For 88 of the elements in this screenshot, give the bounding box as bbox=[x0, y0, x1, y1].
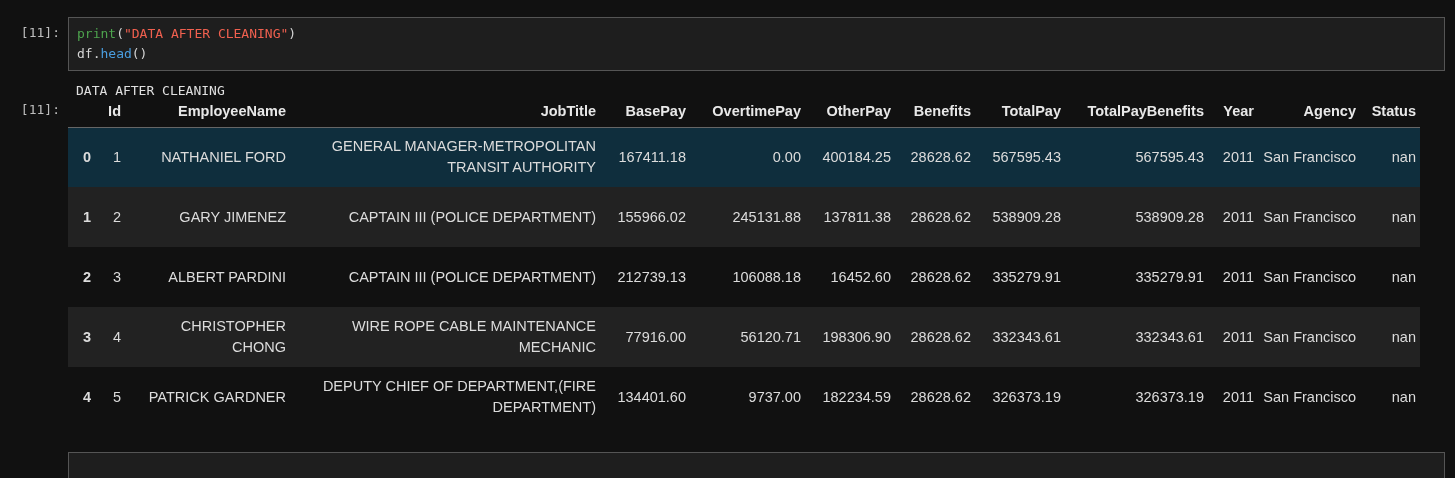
table-cell: 567595.43 bbox=[1135, 148, 1204, 165]
table-cell: nan bbox=[1391, 208, 1416, 225]
column-header: Agency bbox=[1303, 102, 1356, 119]
table-row[interactable]: 1 2 GARY JIMENEZ CAPTAIN III (POLICE DEPARTMENT) 155966.02 245131.88 137811.38 28628.62 538909.28 538909.28 2011 San Francisco nan bbox=[68, 187, 1420, 247]
table-cell: 335279.91 bbox=[1135, 268, 1204, 285]
table-cell: 28628.62 bbox=[910, 208, 971, 225]
table-cell: 326373.19 bbox=[992, 388, 1061, 405]
table-cell: 134401.60 bbox=[617, 388, 686, 405]
cell-prompt: [11]: bbox=[20, 102, 60, 117]
table-cell: 2011 bbox=[1222, 328, 1254, 345]
table-cell: 3 bbox=[112, 268, 121, 285]
cell-prompt: [11]: bbox=[20, 24, 60, 42]
table-cell: 1 bbox=[112, 148, 121, 165]
table-row[interactable]: 2 3 ALBERT PARDINI CAPTAIN III (POLICE DEPARTMENT) 212739.13 106088.18 16452.60 28628.62 335279.91 335279.91 2011 San Francisco nan bbox=[68, 247, 1420, 307]
code-line: print("DATA AFTER CLEANING") bbox=[77, 26, 297, 41]
row-index: 3 bbox=[82, 328, 91, 345]
row-index: 4 bbox=[82, 388, 91, 405]
table-cell: nan bbox=[1391, 148, 1416, 165]
table-cell: 2011 bbox=[1222, 148, 1254, 165]
table-cell: 182234.59 bbox=[822, 388, 891, 405]
table-cell: nan bbox=[1391, 388, 1416, 405]
table-cell: 106088.18 bbox=[732, 268, 801, 285]
column-header: JobTitle bbox=[540, 102, 596, 119]
table-cell: ALBERT PARDINI bbox=[168, 268, 286, 285]
column-header: OtherPay bbox=[826, 102, 891, 119]
table-cell: 56120.71 bbox=[740, 328, 801, 345]
table-cell: 28628.62 bbox=[910, 328, 971, 345]
column-header: Year bbox=[1223, 102, 1254, 119]
row-index: 1 bbox=[82, 208, 91, 225]
code-line: df.head() bbox=[77, 46, 148, 61]
table-cell: 2011 bbox=[1222, 208, 1254, 225]
table-cell: San Francisco bbox=[1263, 148, 1356, 165]
table-cell: 2 bbox=[112, 208, 121, 225]
table-cell: 400184.25 bbox=[822, 148, 891, 165]
table-cell: 212739.13 bbox=[617, 268, 686, 285]
column-header: BasePay bbox=[625, 102, 686, 119]
table-cell: 28628.62 bbox=[910, 148, 971, 165]
table-cell: 538909.28 bbox=[1135, 208, 1204, 225]
column-header: TotalPay bbox=[1001, 102, 1061, 119]
table-cell: 9737.00 bbox=[748, 388, 801, 405]
table-cell: GENERAL MANAGER-METROPOLITAN TRANSIT AUTHORITY bbox=[331, 138, 596, 176]
table-cell: 167411.18 bbox=[618, 148, 686, 165]
table-cell: DEPUTY CHIEF OF DEPARTMENT,(FIRE DEPARTMENT) bbox=[322, 378, 596, 415]
output-text: DATA AFTER CLEANING bbox=[76, 83, 225, 98]
code-editor[interactable]: print("DATA AFTER CLEANING") df.head() bbox=[68, 17, 1445, 71]
table-cell: 2011 bbox=[1222, 388, 1254, 405]
table-cell: San Francisco bbox=[1263, 328, 1356, 345]
table-cell: 538909.28 bbox=[992, 208, 1061, 225]
table-cell: 28628.62 bbox=[910, 268, 971, 285]
column-header: Status bbox=[1371, 102, 1416, 119]
table-cell: CHRISTOPHER CHONG bbox=[180, 318, 286, 355]
table-cell: San Francisco bbox=[1263, 268, 1356, 285]
table-cell: 16452.60 bbox=[830, 268, 891, 285]
table-cell: 2011 bbox=[1222, 268, 1254, 285]
table-cell: PATRICK GARDNER bbox=[148, 388, 286, 405]
table-cell: nan bbox=[1391, 328, 1416, 345]
table-cell: 5 bbox=[112, 388, 121, 405]
table-cell: 28628.62 bbox=[910, 388, 971, 405]
table-cell: 332343.61 bbox=[1135, 328, 1204, 345]
table-cell: 326373.19 bbox=[1135, 388, 1204, 405]
table-row[interactable]: 3 4 CHRISTOPHER CHONG WIRE ROPE CABLE MAINTENANCE MECHANIC 77916.00 56120.71 198306.90 28628.62 332343.61 332343.61 2011 San Francisco nan bbox=[68, 307, 1420, 367]
table-cell: 155966.02 bbox=[617, 208, 686, 225]
column-header: OvertimePay bbox=[712, 102, 801, 119]
code-editor[interactable] bbox=[68, 452, 1445, 478]
table-cell: WIRE ROPE CABLE MAINTENANCE MECHANIC bbox=[351, 318, 596, 355]
table-cell: San Francisco bbox=[1263, 208, 1356, 225]
column-header: Id bbox=[108, 102, 121, 119]
table-cell: 0.00 bbox=[772, 148, 801, 165]
table-cell: 77916.00 bbox=[625, 328, 686, 345]
table-cell: 4 bbox=[112, 328, 121, 345]
column-header: EmployeeName bbox=[178, 102, 286, 119]
row-index: 2 bbox=[82, 268, 91, 285]
table-cell: CAPTAIN III (POLICE DEPARTMENT) bbox=[348, 208, 596, 225]
column-header: TotalPayBenefits bbox=[1087, 102, 1204, 119]
table-cell: 567595.43 bbox=[992, 148, 1061, 165]
table-cell: San Francisco bbox=[1263, 388, 1356, 405]
table-cell: 335279.91 bbox=[992, 268, 1061, 285]
column-header: Benefits bbox=[913, 102, 971, 119]
table-cell: CAPTAIN III (POLICE DEPARTMENT) bbox=[348, 268, 596, 285]
table-cell: NATHANIEL FORD bbox=[161, 148, 286, 165]
table-cell: 198306.90 bbox=[822, 328, 891, 345]
row-index: 0 bbox=[82, 148, 91, 165]
table-row[interactable]: 0 1 NATHANIEL FORD GENERAL MANAGER-METROPOLITAN TRANSIT AUTHORITY 167411.18 0.00 400184.25 28628.62 567595.43 567595.43 2011 San Francisco nan bbox=[68, 127, 1420, 187]
table-cell: 332343.61 bbox=[992, 328, 1061, 345]
table-cell: 245131.88 bbox=[732, 208, 801, 225]
table-cell: nan bbox=[1391, 268, 1416, 285]
table-cell: GARY JIMENEZ bbox=[179, 208, 286, 225]
table-cell: 137811.38 bbox=[823, 208, 891, 225]
